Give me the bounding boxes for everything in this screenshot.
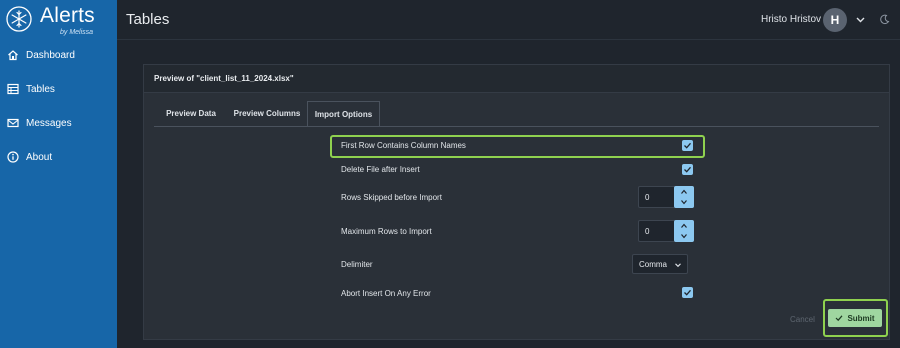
stepper-buttons[interactable] [674,186,694,208]
check-icon [684,166,691,173]
delete-file-checkbox[interactable] [682,164,693,175]
brand-subtitle: by Melissa [60,29,94,36]
moon-icon[interactable] [879,14,890,25]
abort-label: Abort Insert On Any Error [341,289,431,298]
delete-file-label: Delete File after Insert [341,165,420,174]
rows-skipped-stepper[interactable]: 0 [638,186,694,208]
check-icon [684,289,691,296]
avatar[interactable]: H [823,8,847,32]
chevron-up-icon[interactable] [680,188,688,196]
cancel-button[interactable]: Cancel [790,315,815,324]
check-icon [684,142,691,149]
home-icon [8,50,18,61]
import-preview-card: Preview of "client_list_11_2024.xlsx" Pr… [143,64,890,340]
sidebar: Alerts by Melissa Dashboard Tables Messa… [0,0,117,348]
tab-preview-data[interactable]: Preview Data [154,101,228,126]
chevron-down-icon[interactable] [855,14,866,25]
max-rows-value: 0 [645,227,650,236]
top-header: Tables Hristo Hristov H [117,0,900,40]
abort-checkbox[interactable] [682,287,693,298]
tab-import-options[interactable]: Import Options [307,101,380,126]
card-header: Preview of "client_list_11_2024.xlsx" [144,65,889,93]
submit-label: Submit [847,313,875,323]
chevron-down-icon [675,263,681,268]
sidebar-item-label: Messages [26,117,72,129]
delimiter-label: Delimiter [341,260,373,269]
tab-label: Import Options [314,109,373,119]
table-icon [7,83,19,95]
sidebar-item-messages[interactable]: Messages [0,109,117,137]
envelope-icon [7,118,19,128]
user-name[interactable]: Hristo Hristov [761,14,821,25]
rows-skipped-value: 0 [645,193,650,202]
delimiter-value: Comma [639,260,668,269]
delimiter-select[interactable]: Comma [632,254,688,274]
sidebar-item-tables[interactable]: Tables [0,75,117,103]
max-rows-label: Maximum Rows to Import [341,227,432,236]
chevron-up-icon[interactable] [680,222,688,230]
brand-title: Alerts [40,4,95,27]
check-icon [836,315,843,322]
snowflake-icon [6,6,32,32]
tab-label: Preview Columns [233,109,301,118]
rows-skipped-label: Rows Skipped before Import [341,193,442,202]
info-icon [7,151,19,163]
first-row-label: First Row Contains Column Names [341,141,466,150]
tab-preview-columns[interactable]: Preview Columns [228,101,306,126]
sidebar-item-label: About [26,151,53,163]
stepper-buttons[interactable] [674,220,694,242]
first-row-checkbox[interactable] [682,140,693,151]
sidebar-item-dashboard[interactable]: Dashboard [0,41,117,69]
max-rows-stepper[interactable]: 0 [638,220,694,242]
card-title: Preview of "client_list_11_2024.xlsx" [154,74,294,83]
page-title: Tables [126,11,170,28]
sidebar-item-about[interactable]: About [0,143,117,171]
sidebar-item-label: Tables [26,83,55,95]
brand[interactable]: Alerts by Melissa [0,0,117,40]
submit-button[interactable]: Submit [828,309,882,327]
sidebar-item-label: Dashboard [26,49,75,61]
chevron-down-icon[interactable] [680,198,688,206]
tabs-divider [154,126,879,127]
tab-label: Preview Data [166,109,216,118]
chevron-down-icon[interactable] [680,232,688,240]
